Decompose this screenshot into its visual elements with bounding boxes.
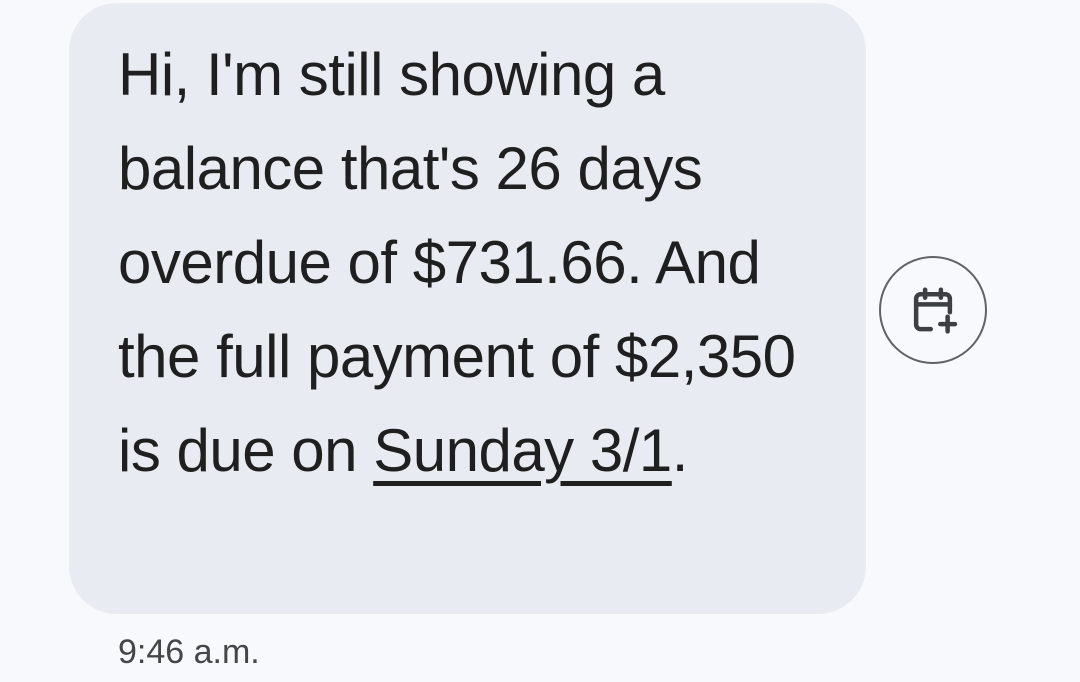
message-timestamp: 9:46 a.m.: [118, 633, 260, 671]
date-link[interactable]: Sunday 3/1: [373, 417, 672, 484]
calendar-add-icon: [906, 283, 960, 337]
message-end-punctuation: .: [671, 417, 689, 484]
message-text: Hi, I'm still showing a balance that's 2…: [118, 28, 818, 498]
add-to-calendar-button[interactable]: [879, 256, 987, 364]
